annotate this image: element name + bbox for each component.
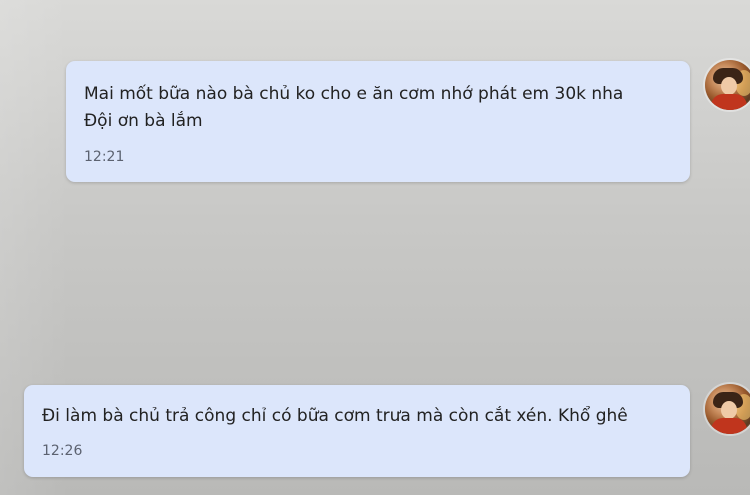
message-time: 12:26 xyxy=(42,443,83,459)
avatar[interactable] xyxy=(705,60,750,110)
chat-thread: Mai mốt bữa nào bà chủ ko cho e ăn cơm n… xyxy=(0,0,750,495)
avatar-photo-shirt xyxy=(711,94,747,110)
avatar-photo-face xyxy=(721,401,737,419)
avatar-photo-face xyxy=(721,77,737,95)
chat-message-1[interactable]: Mai mốt bữa nào bà chủ ko cho e ăn cơm n… xyxy=(66,61,690,182)
message-time: 12:21 xyxy=(84,149,125,165)
chat-message-2[interactable]: Đi làm bà chủ trả công chỉ có bữa cơm tr… xyxy=(24,385,690,477)
message-text: Đi làm bà chủ trả công chỉ có bữa cơm tr… xyxy=(42,406,628,426)
message-text: Mai mốt bữa nào bà chủ ko cho e ăn cơm n… xyxy=(84,84,624,131)
avatar[interactable] xyxy=(705,384,750,434)
avatar-photo-shirt xyxy=(711,418,747,434)
